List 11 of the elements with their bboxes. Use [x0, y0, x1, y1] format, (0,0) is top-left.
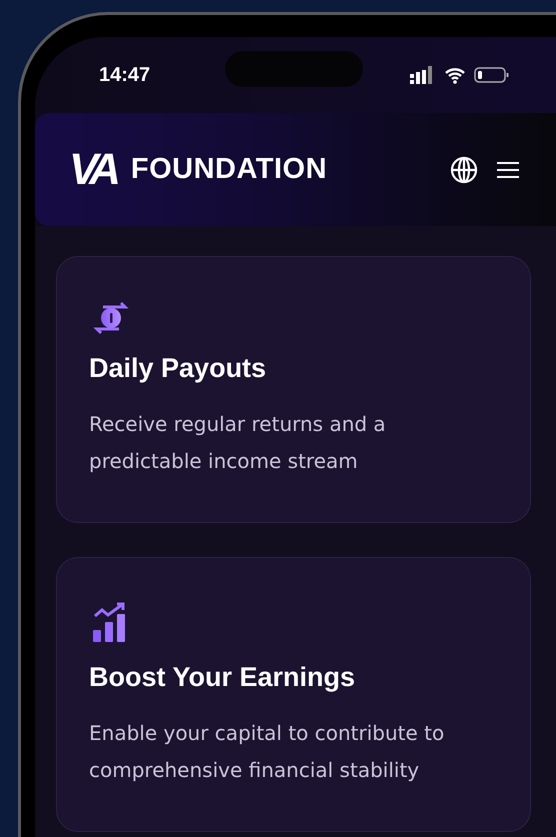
wifi-icon: [444, 66, 466, 84]
logo-mark: VA: [69, 144, 115, 194]
language-button[interactable]: [450, 156, 478, 184]
brand-name: FOUNDATION: [130, 153, 328, 186]
card-title: Boost Your Earnings: [89, 662, 356, 693]
battery-icon: [474, 66, 510, 84]
card-text: Enable your capital to contribute to comprehensive financial stability: [89, 720, 446, 784]
status-time: 14:47: [99, 64, 150, 86]
card-title: Daily Payouts: [89, 353, 268, 384]
card-text: Receive regular returns and a predictable income stream: [89, 411, 387, 475]
menu-button[interactable]: [496, 160, 520, 180]
